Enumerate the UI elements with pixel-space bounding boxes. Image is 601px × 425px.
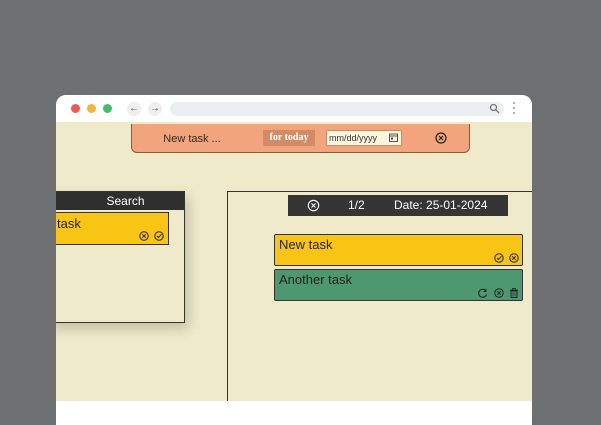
date-input[interactable]: mm/dd/yyyy [326,130,402,146]
search-result-task[interactable]: w task [56,212,169,245]
search-result-actions [138,231,164,242]
calendar-icon[interactable] [389,133,398,142]
for-today-button[interactable]: for today [263,130,315,146]
forward-arrow-icon[interactable]: → [148,102,162,116]
page-indicator: 1/2 [348,198,365,212]
date-placeholder: mm/dd/yyyy [329,133,378,143]
undo-icon[interactable] [478,288,488,298]
date-value: 25-01-2024 [426,198,488,212]
new-task-input[interactable] [132,131,252,147]
minimize-window-dot[interactable] [87,104,96,113]
date-display: Date: 25-01-2024 [394,195,487,216]
browser-window: ← → for today mm/dd/yyyy Search [56,95,532,425]
close-circle-icon[interactable] [493,288,504,298]
check-circle-icon[interactable] [493,253,504,263]
close-circle-icon[interactable] [138,231,149,241]
date-label: Date: [394,198,423,212]
close-circle-icon[interactable] [435,132,447,144]
close-circle-icon[interactable] [509,253,519,263]
search-icon [489,103,500,114]
browser-toolbar: ← → [56,95,532,122]
trash-icon[interactable] [509,288,519,298]
task-list-panel: 1/2 Date: 25-01-2024 New task Another ta… [227,191,532,425]
task-list-header: 1/2 Date: 25-01-2024 [288,195,508,216]
task-actions [493,253,519,264]
add-task-bar: for today mm/dd/yyyy [131,124,470,153]
search-panel: Search w task [56,191,185,323]
task-label: New task [279,237,333,252]
task-item[interactable]: Another task [274,269,523,301]
back-arrow-icon[interactable]: ← [127,102,141,116]
bottom-strip [56,401,532,425]
task-label: Another task [279,272,352,287]
maximize-window-dot[interactable] [103,104,112,113]
search-header[interactable]: Search [56,192,184,210]
menu-kebab-icon[interactable] [512,102,516,118]
address-bar[interactable] [170,102,504,116]
check-circle-icon[interactable] [154,231,164,241]
close-circle-icon[interactable] [307,199,320,212]
task-actions [477,288,519,299]
close-window-dot[interactable] [71,104,80,113]
task-item[interactable]: New task [274,234,523,266]
search-result-label: w task [56,216,81,231]
